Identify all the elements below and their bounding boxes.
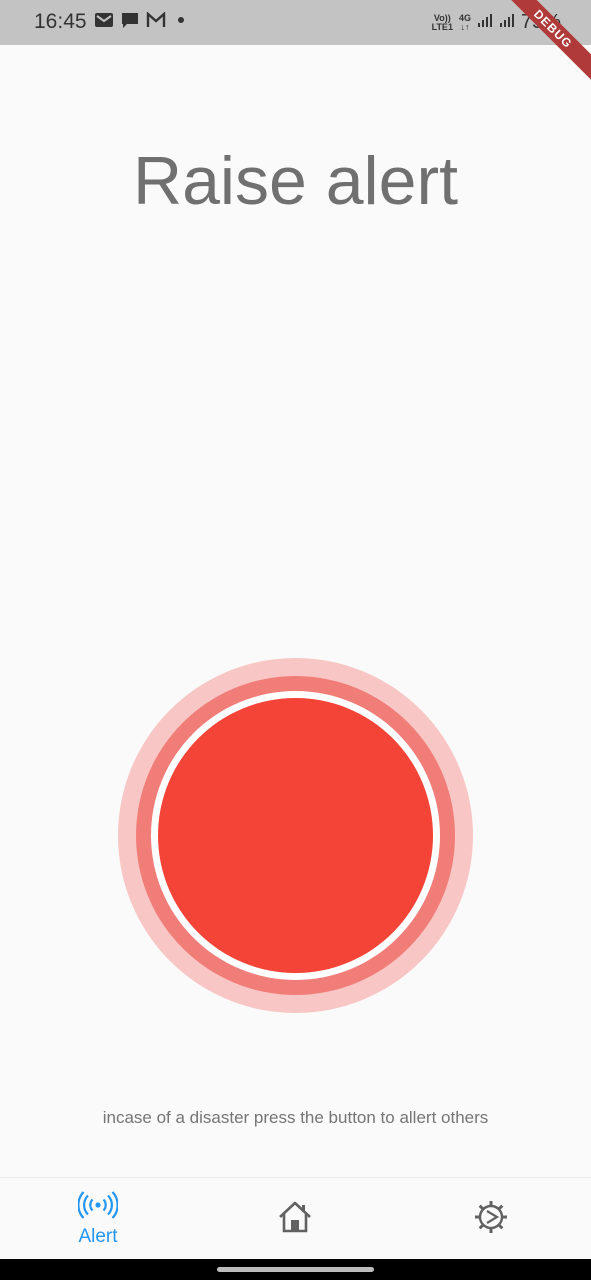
- home-icon: [277, 1200, 313, 1239]
- more-notifications-dot: [178, 17, 184, 23]
- nav-item-settings[interactable]: [431, 1178, 551, 1260]
- status-bar: 16:45 Vo)) LTE1 4G ↓↑ 75%: [0, 0, 591, 45]
- hint-text: incase of a disaster press the button to…: [102, 1108, 489, 1127]
- bottom-navigation: Alert: [0, 1177, 591, 1260]
- signal-icon-2: [499, 12, 515, 33]
- signal-icon: [477, 12, 493, 33]
- status-time: 16:45: [34, 10, 87, 33]
- system-navigation-bar: [0, 1259, 591, 1280]
- alert-button-core[interactable]: [158, 698, 433, 973]
- home-gesture-handle[interactable]: [217, 1267, 374, 1272]
- network-type-indicator: 4G ↓↑: [458, 12, 471, 32]
- volte-indicator: Vo)) LTE1: [431, 12, 453, 32]
- email-icon: [94, 12, 114, 28]
- notification-icons: [94, 11, 184, 29]
- nav-label-alert: Alert: [78, 1225, 118, 1247]
- settings-icon: [473, 1199, 509, 1240]
- message-icon: [120, 11, 140, 29]
- gmail-icon: [146, 12, 166, 28]
- broadcast-icon: [77, 1190, 119, 1224]
- page-title: Raise alert: [132, 142, 459, 219]
- alert-button[interactable]: [118, 658, 473, 1013]
- nav-item-alert[interactable]: Alert: [38, 1178, 158, 1260]
- nav-item-home[interactable]: [235, 1178, 355, 1260]
